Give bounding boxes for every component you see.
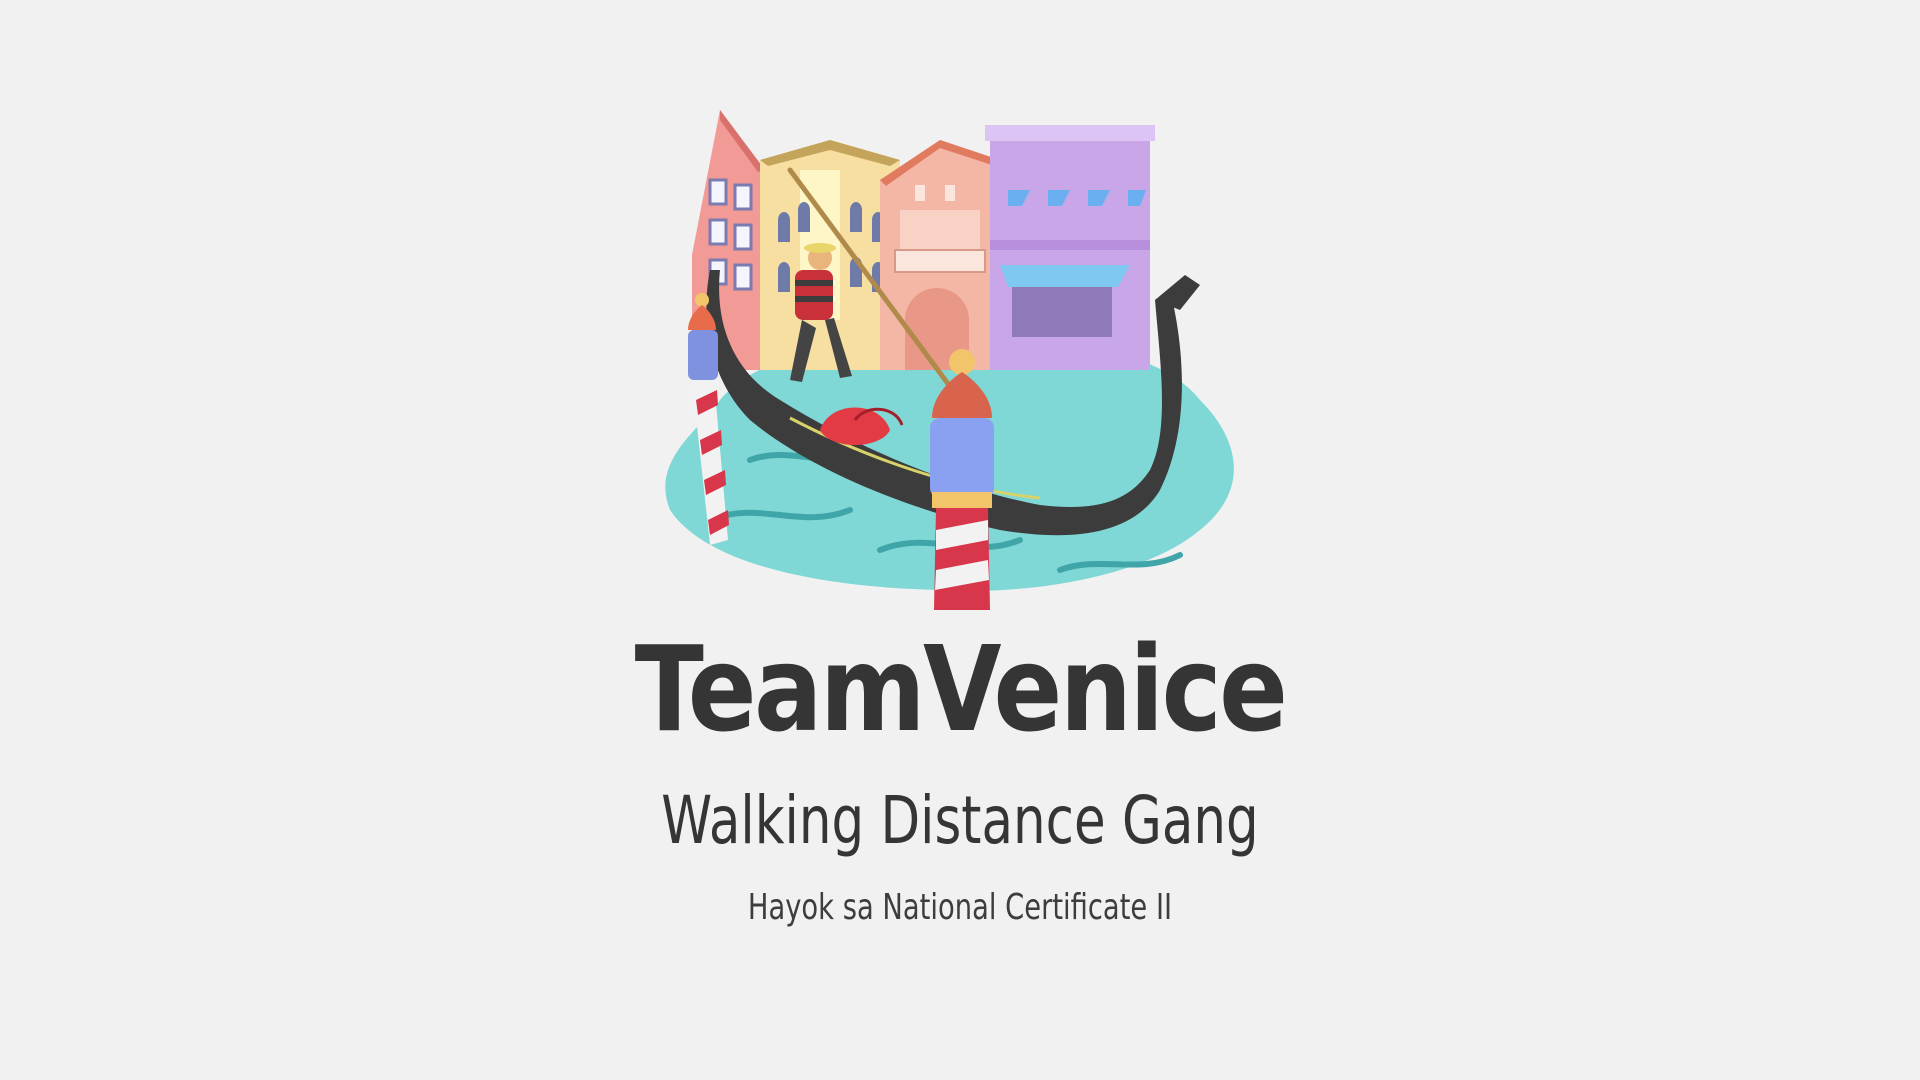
purple-house [985, 125, 1155, 370]
slide: TeamVenice Walking Distance Gang Hayok s… [0, 0, 1920, 1080]
salmon-house [880, 140, 1000, 370]
venice-gondola-illustration [665, 110, 1234, 610]
page-subtitle: Walking Distance Gang [661, 782, 1259, 859]
page-title: TeamVenice [634, 620, 1288, 758]
page-caption: Hayok sa National Certificate II [747, 887, 1173, 928]
